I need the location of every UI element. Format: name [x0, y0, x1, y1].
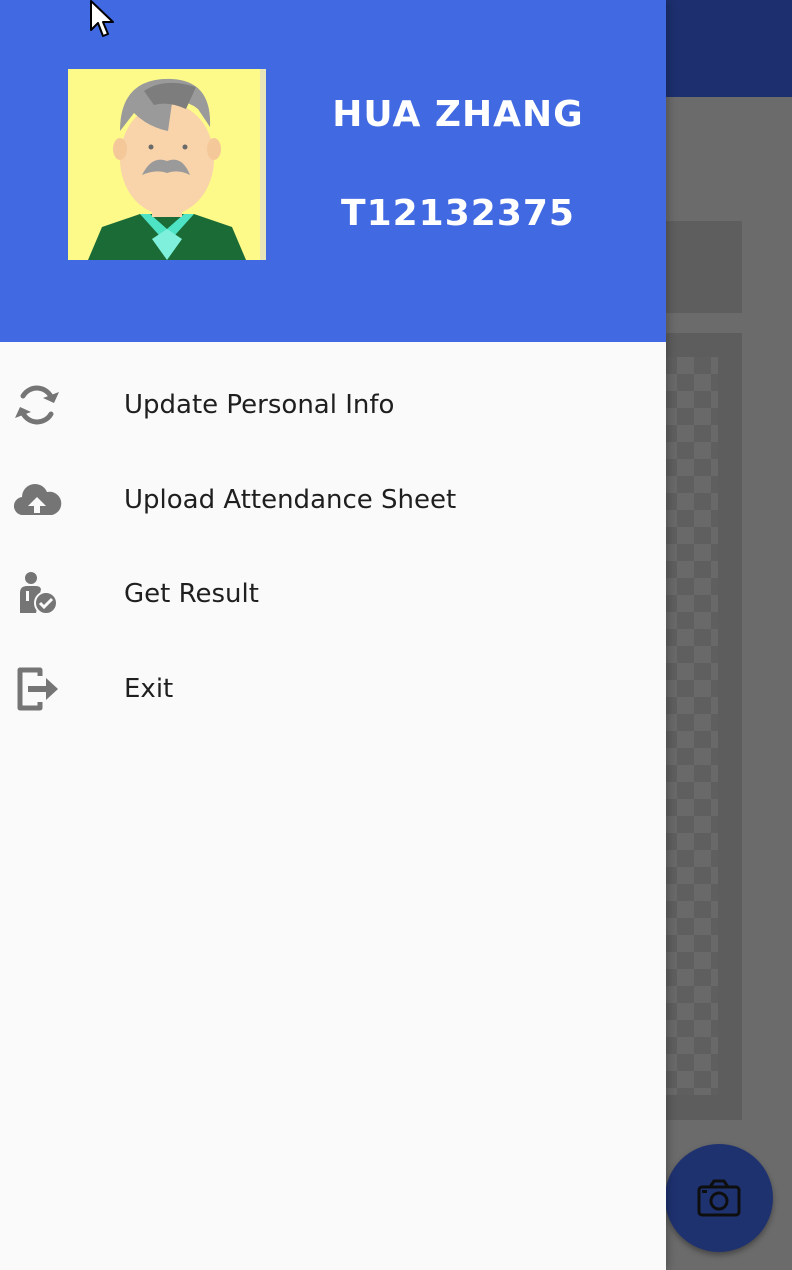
drawer-header: Hua Zhang T12132375: [0, 0, 666, 342]
menu-item-label: Upload Attendance Sheet: [124, 484, 457, 515]
user-check-icon: [12, 569, 62, 619]
avatar-image: [68, 69, 266, 260]
menu-item-label: Update Personal Info: [124, 390, 395, 421]
user-name: Hua Zhang: [332, 94, 584, 135]
avatar[interactable]: [68, 69, 266, 260]
user-id: T12132375: [341, 193, 575, 234]
app-screen: Hua Zhang T12132375 Update Personal Info: [0, 0, 792, 1270]
menu-item-label: Get Result: [124, 579, 259, 610]
menu-item-upload-attendance-sheet[interactable]: Upload Attendance Sheet: [0, 453, 666, 548]
mouse-cursor-icon: [90, 0, 114, 37]
sync-icon: [12, 380, 62, 430]
menu-item-update-personal-info[interactable]: Update Personal Info: [0, 358, 666, 453]
camera-fab-button[interactable]: [665, 1144, 773, 1252]
navigation-drawer: Hua Zhang T12132375 Update Personal Info: [0, 0, 666, 1270]
drawer-menu: Update Personal Info Upload Attendance S…: [0, 358, 666, 736]
menu-item-exit[interactable]: Exit: [0, 642, 666, 737]
exit-icon: [12, 664, 62, 714]
camera-icon: [697, 1179, 741, 1217]
cloud-upload-icon: [12, 475, 62, 525]
menu-item-label: Exit: [124, 673, 174, 704]
menu-item-get-result[interactable]: Get Result: [0, 547, 666, 642]
